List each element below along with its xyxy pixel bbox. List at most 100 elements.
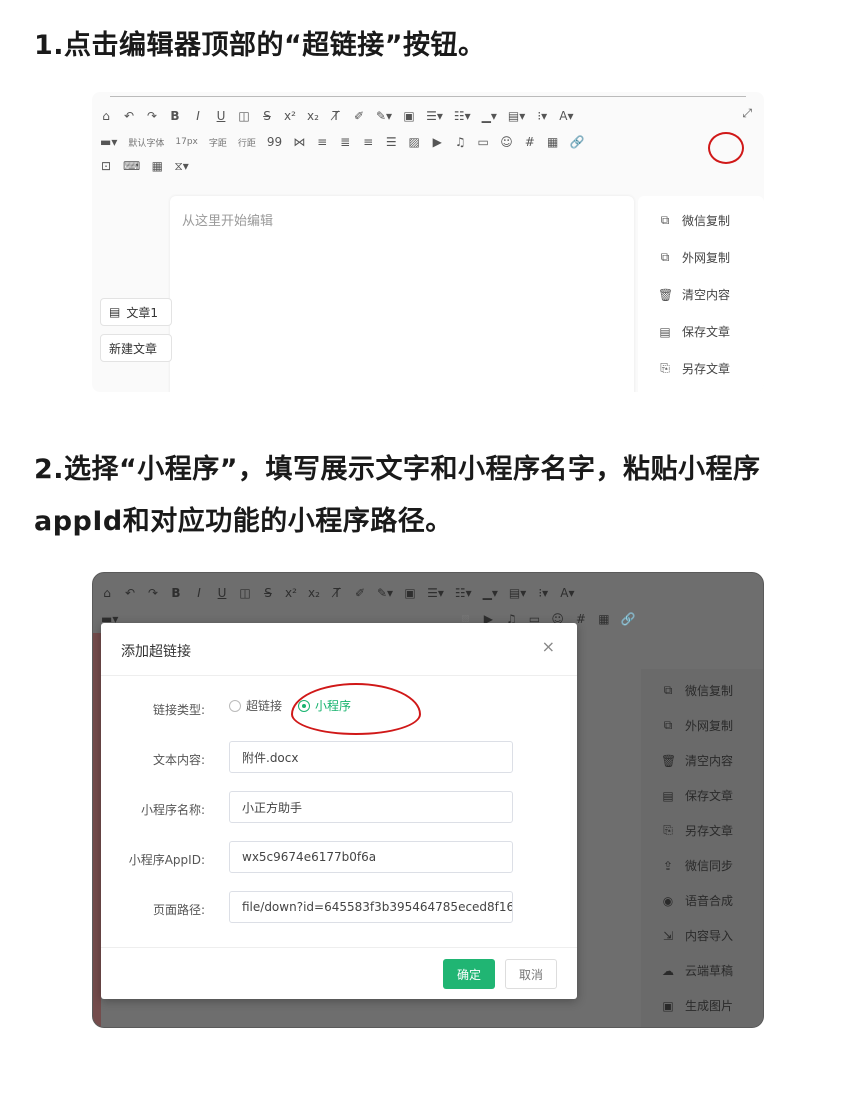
eraser-icon[interactable]: ✐	[353, 108, 365, 124]
undo-icon[interactable]: ↶	[123, 108, 135, 124]
hyperlink-icon[interactable]: 🔗	[570, 134, 585, 150]
side-item-import[interactable]: ⇲ 内容导入	[641, 918, 763, 953]
add-hyperlink-dialog: 添加超链接 × 链接类型: 超链接 小程序 文本内容: 附件.docx 小程序名…	[101, 623, 577, 999]
numbered-list-icon[interactable]: ☷▾	[455, 585, 472, 601]
border-icon[interactable]: ◫	[239, 585, 251, 601]
indent-icon[interactable]: ⁝▾	[536, 108, 548, 124]
appid-input[interactable]: wx5c9674e6177b0f6a	[229, 841, 513, 873]
step1-heading: 1.点击编辑器顶部的“超链接”按钮。	[34, 30, 486, 61]
bold-icon[interactable]: B	[170, 585, 182, 601]
side-item-save[interactable]: ▤ 保存文章	[641, 778, 763, 813]
side-item-upload[interactable]: ⇪ 微信同步	[641, 848, 763, 883]
bullet-list-icon[interactable]: ☰▾	[427, 585, 444, 601]
superscript-icon[interactable]: x²	[285, 585, 297, 601]
import-icon: ⇲	[662, 928, 674, 943]
bg-color-icon[interactable]: ▁▾	[482, 108, 497, 124]
strikethrough-icon[interactable]: S̶	[261, 108, 273, 124]
side-item-image[interactable]: ▣ 生成图片	[641, 988, 763, 1023]
side-item-trash[interactable]: 🗑 清空内容	[638, 276, 764, 313]
text-content-input[interactable]: 附件.docx	[229, 741, 513, 773]
clear-icon[interactable]: ⧖▾	[174, 158, 188, 174]
font-family-select[interactable]: 默认字体	[128, 134, 164, 150]
letter-spacing-select[interactable]: 字距	[209, 134, 227, 150]
align-left-icon[interactable]: ≡	[316, 134, 328, 150]
font-color-icon[interactable]: A▾	[559, 108, 573, 124]
redo-icon[interactable]: ↷	[146, 108, 158, 124]
side-item-copy-external[interactable]: ⧉ 外网复制	[641, 708, 763, 743]
bg-color-icon[interactable]: ▁▾	[483, 585, 498, 601]
highlight-icon[interactable]: ✎▾	[376, 108, 392, 124]
image-icon[interactable]: ▨	[408, 134, 420, 150]
miniprogram-name-input[interactable]: 小正方助手	[229, 791, 513, 823]
align-center-icon[interactable]: ≣	[339, 134, 351, 150]
border-color-icon[interactable]: ▤▾	[509, 585, 526, 601]
insert-icon[interactable]: ▦	[547, 134, 559, 150]
hashtag-icon[interactable]: #	[524, 134, 536, 150]
border-color-icon[interactable]: ▤▾	[508, 108, 525, 124]
confirm-button[interactable]: 确定	[443, 959, 495, 989]
side-item-save-as[interactable]: ⎘ 另存文章	[638, 350, 764, 387]
redo-icon[interactable]: ↷	[147, 585, 159, 601]
close-icon[interactable]: ×	[542, 637, 555, 656]
highlight-icon[interactable]: ✎▾	[377, 585, 393, 601]
hyperlink-icon[interactable]: 🔗	[621, 611, 636, 627]
undo-icon[interactable]: ↶	[124, 585, 136, 601]
editor-area[interactable]: 从这里开始编辑	[170, 196, 634, 392]
font-color-icon[interactable]: A▾	[560, 585, 574, 601]
cancel-button[interactable]: 取消	[505, 959, 557, 989]
side-item-copy[interactable]: ⧉ 微信复制	[641, 673, 763, 708]
new-document-button[interactable]: 新建文章	[100, 334, 172, 362]
emoji-icon[interactable]: ☺	[500, 134, 513, 150]
quote-icon[interactable]: 99	[267, 134, 282, 150]
superscript-icon[interactable]: x²	[284, 108, 296, 124]
italic-icon[interactable]: I	[192, 108, 204, 124]
indent-icon[interactable]: ⁝▾	[537, 585, 549, 601]
justify-icon[interactable]: ☰	[385, 134, 397, 150]
numbered-list-icon[interactable]: ☷▾	[454, 108, 471, 124]
table-icon[interactable]: ▦	[151, 158, 163, 174]
side-item-save-as[interactable]: ⎘ 另存文章	[641, 813, 763, 848]
side-item-cloud[interactable]: ☁ 云端草稿	[641, 953, 763, 988]
side-item-save[interactable]: ▤ 保存文章	[638, 313, 764, 350]
italic-icon[interactable]: I	[193, 585, 205, 601]
side-item-trash[interactable]: 🗑 清空内容	[641, 743, 763, 778]
document-tab[interactable]: ▤ 文章1	[100, 298, 172, 326]
insert-icon[interactable]: ▦	[598, 611, 610, 627]
line-height-select[interactable]: 行距	[238, 134, 256, 150]
bold-icon[interactable]: B	[169, 108, 181, 124]
eraser-icon[interactable]: ✐	[354, 585, 366, 601]
video-icon[interactable]: ▶	[431, 134, 443, 150]
clear-format-icon[interactable]: T̸	[331, 585, 343, 601]
save-icon: ▤	[659, 324, 671, 339]
code-icon[interactable]: ⌨	[123, 158, 140, 174]
side-item-copy[interactable]: ⧉ 微信复制	[638, 202, 764, 239]
radio-hyperlink[interactable]: 超链接	[229, 697, 282, 714]
music-icon[interactable]: ♫	[454, 134, 466, 150]
underline-icon[interactable]: U	[216, 585, 228, 601]
format-painter-icon[interactable]: ⌂	[100, 108, 112, 124]
subscript-icon[interactable]: x₂	[308, 585, 320, 601]
emoji-format-icon[interactable]: ▣	[404, 585, 416, 601]
emoji-format-icon[interactable]: ▣	[403, 108, 415, 124]
underline-icon[interactable]: U	[215, 108, 227, 124]
annotation-circle-hyperlink	[708, 132, 744, 164]
save-icon: ▤	[662, 788, 674, 803]
horizontal-rule-icon[interactable]: ⋈	[293, 134, 305, 150]
fullscreen-icon[interactable]: ⤢	[742, 106, 752, 121]
preview-icon[interactable]: ⊡	[100, 158, 112, 174]
align-right-icon[interactable]: ≡	[362, 134, 374, 150]
clear-format-icon[interactable]: T̸	[330, 108, 342, 124]
side-item-voice[interactable]: ◉ 语音合成	[641, 883, 763, 918]
card-icon[interactable]: ▭	[477, 134, 489, 150]
subscript-icon[interactable]: x₂	[307, 108, 319, 124]
font-size-select[interactable]: 17px	[175, 134, 198, 150]
format-painter-icon[interactable]: ⌂	[101, 585, 113, 601]
page-path-input[interactable]: file/down?id=645583f3b395464785eced8f168…	[229, 891, 513, 923]
radio-hyperlink-dot[interactable]	[229, 699, 241, 712]
upload-icon: ⇪	[662, 858, 674, 873]
bullet-list-icon[interactable]: ☰▾	[426, 108, 443, 124]
template-icon[interactable]: ▬▾	[100, 134, 117, 150]
strikethrough-icon[interactable]: S̶	[262, 585, 274, 601]
border-icon[interactable]: ◫	[238, 108, 250, 124]
side-item-copy-external[interactable]: ⧉ 外网复制	[638, 239, 764, 276]
